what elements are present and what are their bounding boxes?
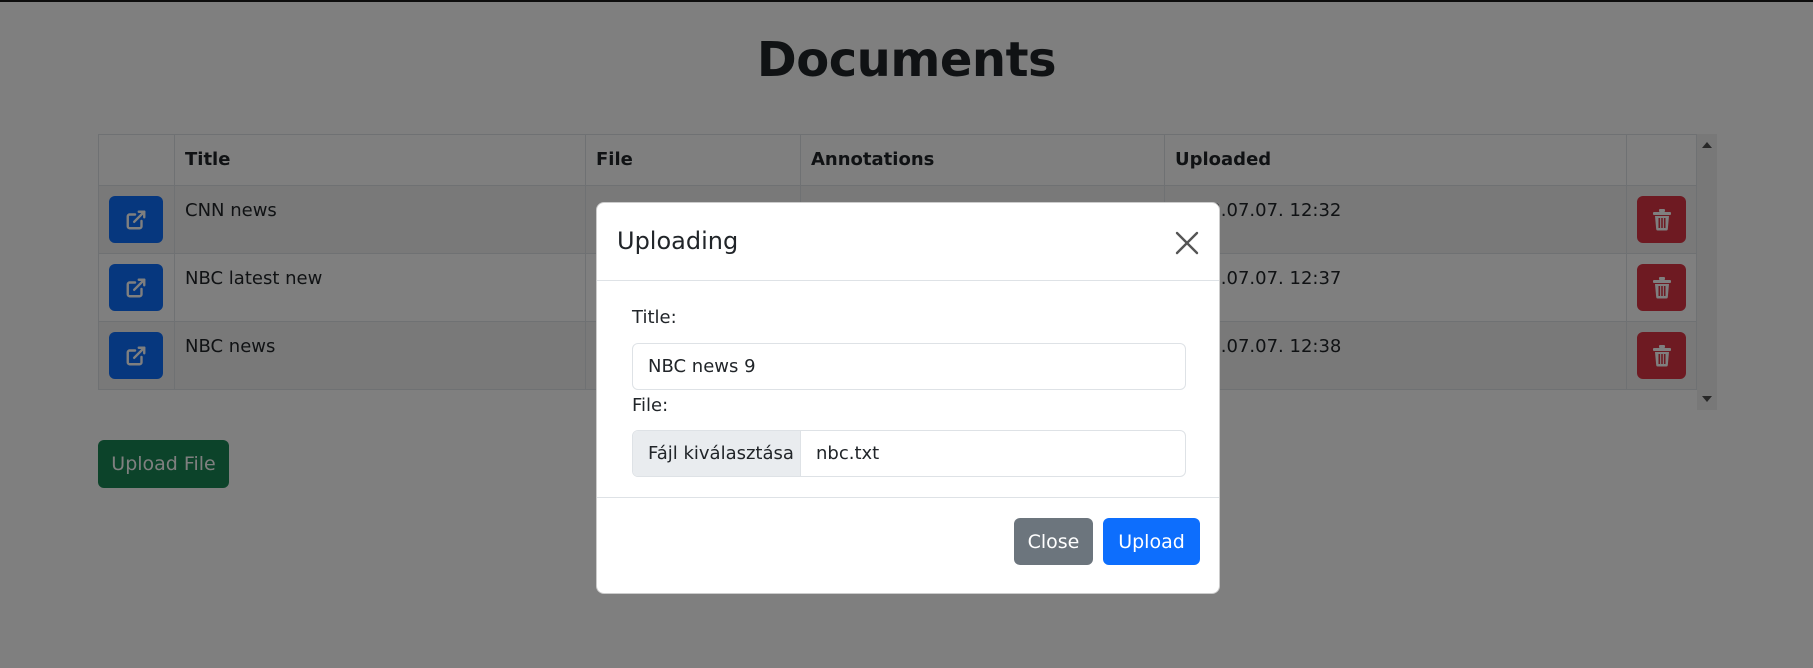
close-icon (1175, 231, 1199, 255)
modal-title: Uploading (617, 227, 739, 255)
file-input[interactable]: Fájl kiválasztása nbc.txt (632, 430, 1186, 477)
upload-button[interactable]: Upload (1103, 518, 1200, 565)
modal-footer: Close Upload (597, 498, 1219, 594)
upload-modal: Uploading Title: File: Fájl kiválasztása… (596, 202, 1220, 594)
close-button[interactable]: Close (1014, 518, 1093, 565)
title-label: Title: (632, 307, 677, 328)
modal-header: Uploading (597, 203, 1219, 281)
title-input[interactable] (632, 343, 1186, 390)
modal-close-button[interactable] (1171, 227, 1203, 259)
file-label: File: (632, 395, 669, 416)
choose-file-button[interactable]: Fájl kiválasztása (633, 431, 801, 476)
modal-body: Title: File: Fájl kiválasztása nbc.txt (597, 281, 1219, 498)
selected-file-name: nbc.txt (816, 443, 880, 464)
